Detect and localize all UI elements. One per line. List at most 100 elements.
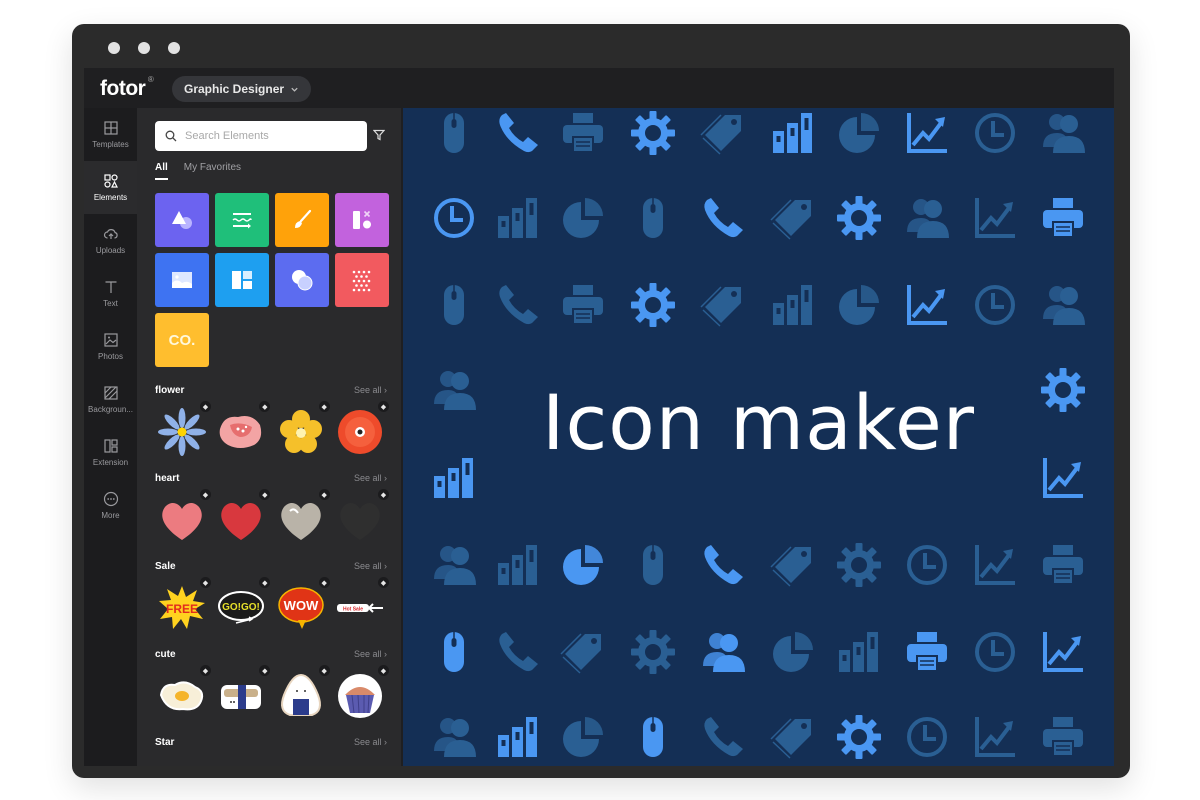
trend-icon[interactable] <box>903 281 951 329</box>
tag-icon[interactable] <box>769 541 817 589</box>
window-dot-maximize[interactable] <box>168 42 180 54</box>
sticker-black-heart[interactable]: ◆ <box>333 489 389 547</box>
category-patterns[interactable] <box>335 253 389 307</box>
users-icon[interactable] <box>699 628 747 676</box>
printer-icon[interactable] <box>1039 194 1087 242</box>
tag-icon[interactable] <box>699 109 747 157</box>
see-all-link[interactable]: See all › <box>354 561 387 571</box>
users-icon[interactable] <box>430 713 478 761</box>
sticker-pink-heart[interactable]: ◆ <box>155 489 211 547</box>
nav-item-text[interactable]: Text <box>84 267 137 320</box>
phone-icon[interactable] <box>494 109 542 157</box>
sticker-silver-heart[interactable]: ◆ <box>274 489 330 547</box>
clock-icon[interactable] <box>971 628 1019 676</box>
fotor-logo[interactable]: fotor ® <box>100 75 154 101</box>
tag-icon[interactable] <box>699 281 747 329</box>
pie-icon[interactable] <box>835 109 883 157</box>
sticker-wow-bubble[interactable]: WOW ◆ <box>274 577 330 635</box>
printer-icon[interactable] <box>559 281 607 329</box>
sticker-red-heart[interactable]: ◆ <box>214 489 271 547</box>
tab-my-favorites[interactable]: My Favorites <box>184 162 241 180</box>
users-icon[interactable] <box>1039 109 1087 157</box>
phone-icon[interactable] <box>494 628 542 676</box>
printer-icon[interactable] <box>1039 713 1087 761</box>
clock-icon[interactable] <box>971 281 1019 329</box>
pie-icon[interactable] <box>559 541 607 589</box>
design-canvas[interactable]: Icon maker <box>403 108 1114 766</box>
mouse-icon[interactable] <box>430 109 478 157</box>
sticker-yellow-flower[interactable]: ◆ <box>274 401 330 459</box>
printer-icon[interactable] <box>1039 541 1087 589</box>
nav-item-extension[interactable]: Extension <box>84 426 137 479</box>
users-icon[interactable] <box>903 194 951 242</box>
canvas-headline[interactable]: Icon maker <box>403 378 1114 467</box>
see-all-link[interactable]: See all › <box>354 737 387 747</box>
bars-icon[interactable] <box>494 194 542 242</box>
see-all-link[interactable]: See all › <box>354 385 387 395</box>
gear-icon[interactable] <box>835 541 883 589</box>
bars-icon[interactable] <box>769 281 817 329</box>
sticker-red-poppy[interactable]: ◆ <box>333 401 389 459</box>
trend-icon[interactable] <box>903 109 951 157</box>
clock-icon[interactable] <box>903 541 951 589</box>
nav-item-photos[interactable]: Photos <box>84 320 137 373</box>
phone-icon[interactable] <box>699 713 747 761</box>
category-photos[interactable] <box>155 253 209 307</box>
gear-icon[interactable] <box>629 628 677 676</box>
mouse-icon[interactable] <box>430 281 478 329</box>
trend-icon[interactable] <box>971 541 1019 589</box>
nav-item-elements[interactable]: Elements <box>84 161 137 214</box>
category-frames[interactable] <box>215 253 269 307</box>
pie-icon[interactable] <box>559 713 607 761</box>
bars-icon[interactable] <box>494 713 542 761</box>
gear-icon[interactable] <box>835 194 883 242</box>
mouse-icon[interactable] <box>629 713 677 761</box>
category-logos[interactable]: CO. <box>155 313 209 367</box>
sticker-cupcake[interactable]: ◆ <box>333 665 389 723</box>
printer-icon[interactable] <box>559 109 607 157</box>
users-icon[interactable] <box>430 541 478 589</box>
tag-icon[interactable] <box>559 628 607 676</box>
phone-icon[interactable] <box>699 194 747 242</box>
category-shapes[interactable] <box>155 193 209 247</box>
clock-icon[interactable] <box>971 109 1019 157</box>
category-overlays[interactable] <box>275 253 329 307</box>
category-illustrations[interactable] <box>275 193 329 247</box>
sticker-hot-sale-tag[interactable]: Hot Sale ◆ <box>333 577 389 635</box>
pie-icon[interactable] <box>835 281 883 329</box>
pie-icon[interactable] <box>769 628 817 676</box>
mouse-icon[interactable] <box>629 194 677 242</box>
bars-icon[interactable] <box>769 109 817 157</box>
clock-icon[interactable] <box>430 194 478 242</box>
gear-icon[interactable] <box>835 713 883 761</box>
gear-icon[interactable] <box>629 281 677 329</box>
phone-icon[interactable] <box>494 281 542 329</box>
nav-item-templates[interactable]: Templates <box>84 108 137 161</box>
pie-icon[interactable] <box>559 194 607 242</box>
sticker-fried-egg[interactable]: ◆ <box>155 665 211 723</box>
tab-all[interactable]: All <box>155 162 168 180</box>
nav-item-uploads[interactable]: Uploads <box>84 214 137 267</box>
sticker-onigiri[interactable]: ◆ <box>274 665 330 723</box>
sticker-blue-daisy[interactable]: ◆ <box>155 401 211 459</box>
mouse-icon[interactable] <box>430 628 478 676</box>
bars-icon[interactable] <box>835 628 883 676</box>
phone-icon[interactable] <box>699 541 747 589</box>
mouse-icon[interactable] <box>629 541 677 589</box>
sticker-pink-poppy[interactable]: ◆ <box>214 401 271 459</box>
trend-icon[interactable] <box>1039 628 1087 676</box>
users-icon[interactable] <box>1039 281 1087 329</box>
mode-dropdown[interactable]: Graphic Designer <box>172 76 312 102</box>
window-dot-close[interactable] <box>108 42 120 54</box>
trend-icon[interactable] <box>971 713 1019 761</box>
window-dot-minimize[interactable] <box>138 42 150 54</box>
trend-icon[interactable] <box>971 194 1019 242</box>
nav-item-more[interactable]: More <box>84 479 137 532</box>
bars-icon[interactable] <box>494 541 542 589</box>
search-input[interactable] <box>185 130 355 142</box>
filter-icon[interactable] <box>373 129 385 141</box>
see-all-link[interactable]: See all › <box>354 473 387 483</box>
tag-icon[interactable] <box>769 713 817 761</box>
sticker-free-burst[interactable]: FREE ◆ <box>155 577 211 635</box>
nav-item-background[interactable]: Backgroun... <box>84 373 137 426</box>
